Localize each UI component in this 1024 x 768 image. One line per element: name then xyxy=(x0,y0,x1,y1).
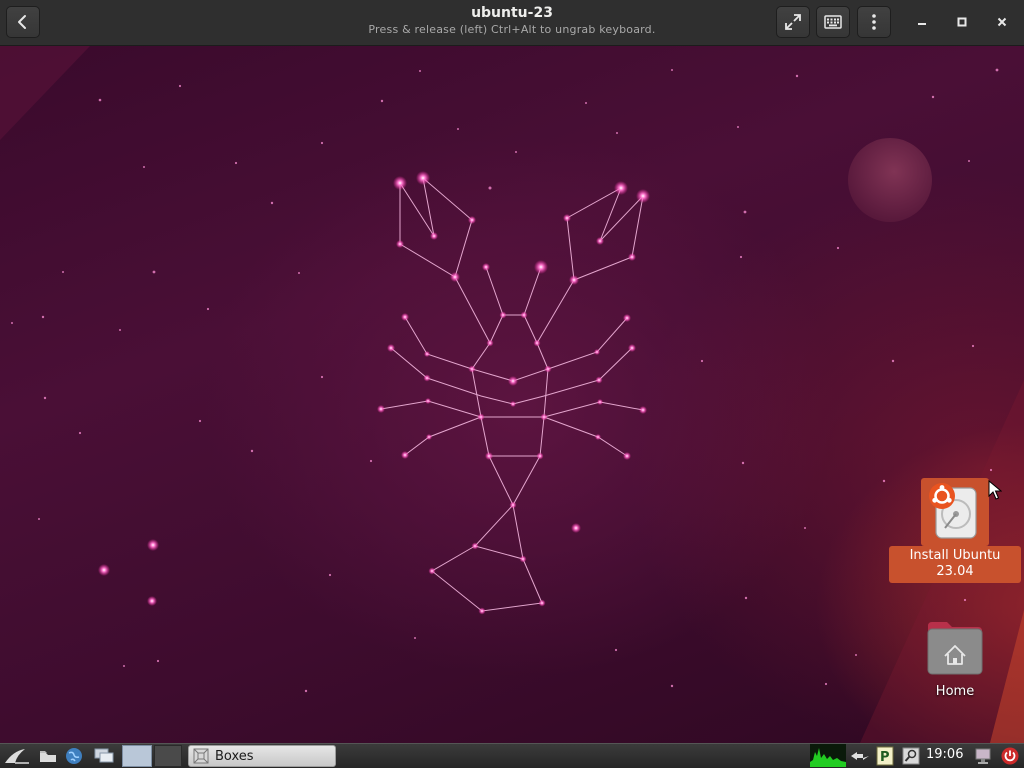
guest-taskbar: Boxes P 19:06 xyxy=(0,743,1024,768)
show-desktop-button[interactable] xyxy=(92,746,116,766)
maximize-icon xyxy=(957,17,967,27)
fullscreen-button[interactable] xyxy=(776,6,810,38)
power-icon xyxy=(1001,747,1019,765)
cpu-monitor[interactable] xyxy=(810,744,846,767)
display-icon xyxy=(975,748,991,764)
file-manager-icon xyxy=(40,751,56,762)
mouse-cursor-icon xyxy=(988,480,1002,500)
package-updates-indicator[interactable]: P xyxy=(874,746,896,766)
clock[interactable]: 19:06 xyxy=(926,747,963,762)
network-icon xyxy=(851,752,869,760)
window-title: ubuntu-23 xyxy=(471,5,553,21)
menu-button[interactable] xyxy=(857,6,891,38)
show-desktop-icon xyxy=(94,748,114,763)
search-icon xyxy=(902,747,920,765)
home-folder-icon xyxy=(927,622,983,675)
keyboard-button[interactable] xyxy=(816,6,850,38)
power-button[interactable] xyxy=(998,746,1022,766)
boxes-header-bar: ubuntu-23 Press & release (left) Ctrl+Al… xyxy=(0,0,1024,46)
home-desktop-icon[interactable]: Home xyxy=(914,620,996,700)
guest-desktop[interactable]: Install Ubuntu 23.04 Home xyxy=(0,46,1024,743)
network-indicator[interactable] xyxy=(848,746,872,766)
task-boxes[interactable]: Boxes xyxy=(188,745,336,767)
home-label: Home xyxy=(935,684,975,699)
cpu-monitor-icon xyxy=(810,748,846,767)
web-browser-icon xyxy=(66,748,82,764)
task-boxes-label: Boxes xyxy=(215,748,254,764)
chevron-left-icon xyxy=(18,15,26,29)
minimize-icon xyxy=(918,23,926,25)
install-ubuntu-label-line2: 23.04 xyxy=(936,564,974,579)
title-area: ubuntu-23 Press & release (left) Ctrl+Al… xyxy=(310,5,714,37)
fullscreen-icon xyxy=(785,14,801,30)
minimize-button[interactable] xyxy=(910,11,934,33)
svg-text:P: P xyxy=(880,750,890,765)
display-indicator[interactable] xyxy=(972,746,994,766)
maximize-button[interactable] xyxy=(950,11,974,33)
close-icon xyxy=(997,17,1007,27)
install-ubuntu-label: Install Ubuntu 23.04 xyxy=(889,546,1021,583)
boxes-icon xyxy=(193,748,209,764)
package-updates-icon: P xyxy=(876,746,894,766)
kebab-menu-icon xyxy=(872,14,876,30)
file-manager-launcher[interactable] xyxy=(37,746,59,766)
install-ubuntu-icon-tile xyxy=(921,478,989,546)
keyboard-icon xyxy=(824,15,842,29)
wallpaper xyxy=(0,46,1024,743)
ubuntu-installer-icon xyxy=(929,483,977,539)
start-menu-icon xyxy=(5,749,29,764)
close-button[interactable] xyxy=(990,11,1014,33)
install-ubuntu-label-line1: Install Ubuntu xyxy=(909,548,1001,563)
window-subtitle: Press & release (left) Ctrl+Alt to ungra… xyxy=(368,23,656,36)
start-menu-button[interactable] xyxy=(2,746,32,766)
workspace-1[interactable] xyxy=(122,745,152,767)
back-button[interactable] xyxy=(6,6,40,38)
web-browser-launcher[interactable] xyxy=(63,746,85,766)
workspace-2[interactable] xyxy=(154,745,182,767)
search-indicator[interactable] xyxy=(900,746,922,766)
